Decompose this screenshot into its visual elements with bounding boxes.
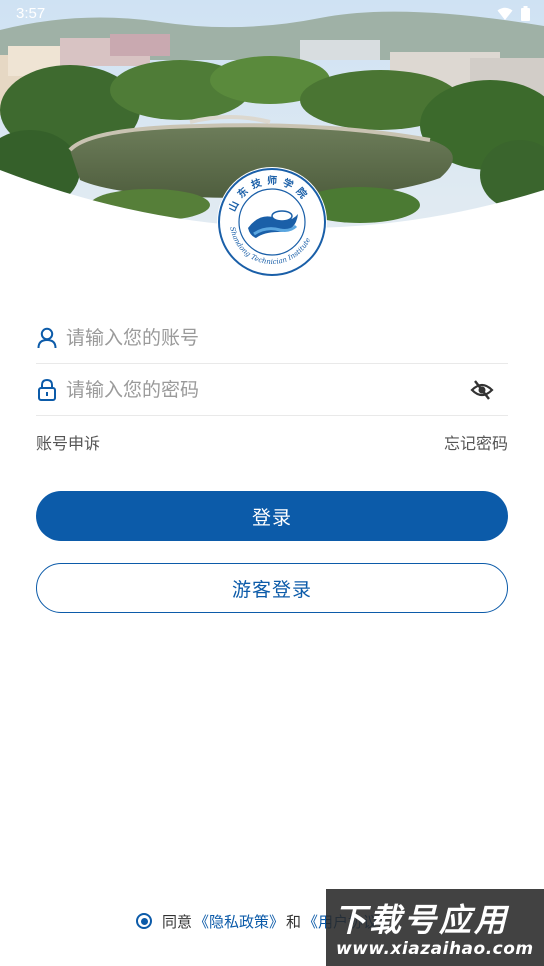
status-bar: 3:57 bbox=[0, 0, 544, 28]
password-field bbox=[36, 364, 508, 416]
guest-login-button[interactable]: 游客登录 bbox=[36, 563, 508, 613]
account-field bbox=[36, 312, 508, 364]
agree-text: 同意 bbox=[162, 912, 193, 931]
status-time: 3:57 bbox=[16, 5, 46, 22]
privacy-policy-link[interactable]: 《隐私政策》 bbox=[194, 911, 284, 932]
account-appeal-link[interactable]: 账号申诉 bbox=[36, 430, 100, 456]
watermark-title: 下载号应用 bbox=[334, 901, 510, 939]
and-text: 和 bbox=[286, 912, 302, 931]
password-input[interactable] bbox=[66, 378, 446, 401]
user-icon bbox=[36, 326, 58, 350]
account-links-row: 账号申诉 忘记密码 bbox=[36, 430, 508, 456]
battery-icon bbox=[521, 6, 530, 21]
agreement-radio[interactable] bbox=[136, 913, 152, 929]
watermark-url: www.xiazaihao.com bbox=[336, 939, 534, 959]
status-icons bbox=[497, 6, 530, 21]
login-button[interactable]: 登录 bbox=[36, 491, 508, 541]
account-input[interactable] bbox=[66, 326, 446, 349]
forgot-password-link[interactable]: 忘记密码 bbox=[444, 430, 508, 456]
school-emblem-logo: 山东技师学院 Shandong Technician Institute bbox=[216, 166, 328, 278]
lock-icon bbox=[36, 378, 58, 402]
wifi-icon bbox=[497, 7, 513, 20]
watermark: 下载号应用 www.xiazaihao.com bbox=[326, 889, 544, 966]
hide-password-icon[interactable] bbox=[470, 378, 494, 402]
